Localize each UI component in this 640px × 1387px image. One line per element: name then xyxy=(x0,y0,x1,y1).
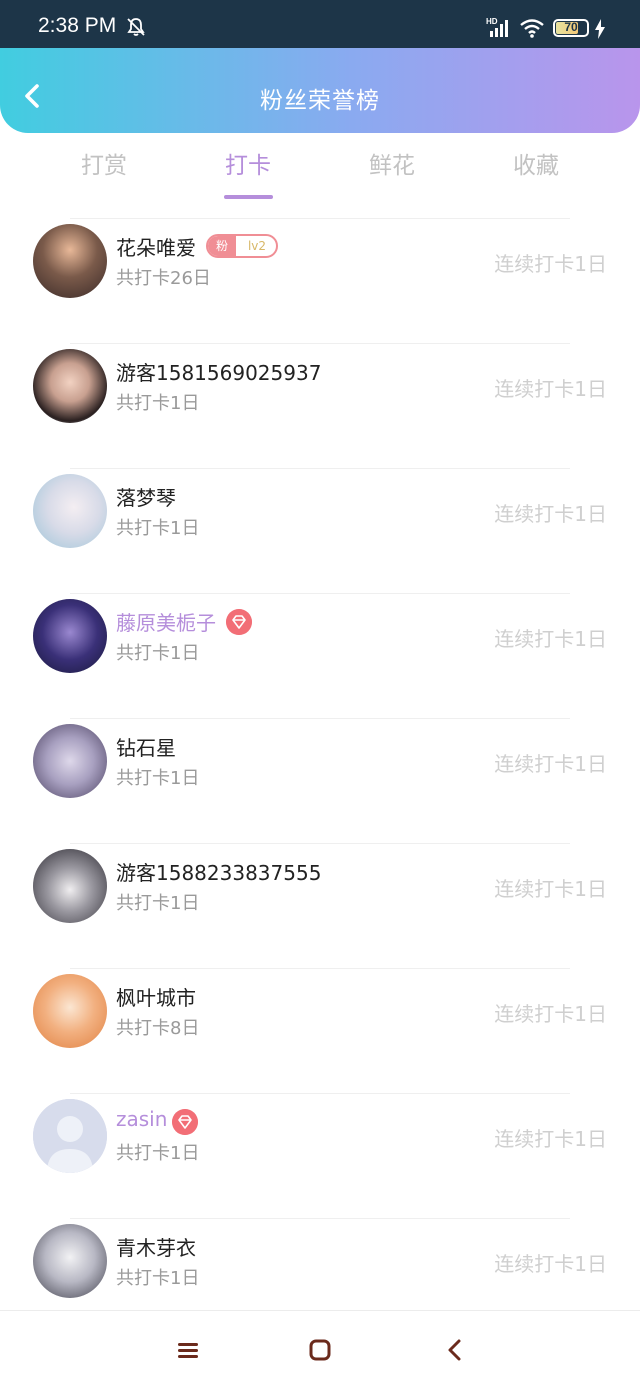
divider xyxy=(70,218,570,219)
avatar[interactable] xyxy=(33,474,107,548)
active-tab-indicator xyxy=(224,195,273,199)
tab-reward[interactable]: 打赏 xyxy=(44,146,164,180)
avatar[interactable] xyxy=(33,1099,107,1173)
divider xyxy=(70,1093,570,1094)
battery-icon: 70 xyxy=(553,19,589,37)
avatar[interactable] xyxy=(33,349,107,423)
user-name: 落梦琴 xyxy=(116,486,176,510)
fan-level-badge: 粉 lv2 xyxy=(206,234,278,258)
list-item[interactable]: 藤原美栀子 共打卡1日 连续打卡1日 xyxy=(0,593,640,718)
svg-text:HD: HD xyxy=(486,17,498,26)
streak-label: 连续打卡1日 xyxy=(494,252,607,276)
total-checkins: 共打卡1日 xyxy=(116,1268,200,1289)
total-checkins: 共打卡1日 xyxy=(116,643,200,664)
user-name: 青木芽衣 xyxy=(116,1236,196,1260)
back-arrow-icon[interactable] xyxy=(442,1337,468,1363)
total-checkins: 共打卡1日 xyxy=(116,1143,200,1164)
list-item[interactable]: 枫叶城市 共打卡8日 连续打卡1日 xyxy=(0,968,640,1093)
total-checkins: 共打卡1日 xyxy=(116,768,200,789)
divider xyxy=(70,843,570,844)
fan-badge-label: 粉 xyxy=(208,236,236,256)
streak-label: 连续打卡1日 xyxy=(494,877,607,901)
streak-label: 连续打卡1日 xyxy=(494,1002,607,1026)
fan-badge-level: lv2 xyxy=(247,239,267,253)
avatar[interactable] xyxy=(33,1224,107,1298)
status-time: 2:38 PM xyxy=(38,14,117,37)
charging-icon xyxy=(595,19,605,39)
streak-label: 连续打卡1日 xyxy=(494,502,607,526)
diamond-icon xyxy=(226,609,252,635)
avatar[interactable] xyxy=(33,974,107,1048)
avatar[interactable] xyxy=(33,599,107,673)
list-item[interactable]: 游客1588233837555 共打卡1日 连续打卡1日 xyxy=(0,843,640,968)
list-item[interactable]: zasin 共打卡1日 连续打卡1日 xyxy=(0,1093,640,1218)
divider xyxy=(70,968,570,969)
total-checkins: 共打卡1日 xyxy=(116,893,200,914)
home-square-icon[interactable] xyxy=(307,1337,333,1363)
avatar[interactable] xyxy=(33,724,107,798)
avatar[interactable] xyxy=(33,224,107,298)
list-item[interactable]: 游客1581569025937 共打卡1日 连续打卡1日 xyxy=(0,343,640,468)
user-name: 枫叶城市 xyxy=(116,986,196,1010)
tab-bar: 打赏 打卡 鲜花 收藏 xyxy=(0,146,640,206)
tab-favorites[interactable]: 收藏 xyxy=(476,146,596,180)
default-avatar-icon xyxy=(33,1099,107,1173)
streak-label: 连续打卡1日 xyxy=(494,377,607,401)
user-name: 藤原美栀子 xyxy=(116,611,216,635)
avatar[interactable] xyxy=(33,849,107,923)
user-name: 游客1588233837555 xyxy=(116,861,322,885)
fan-list: 花朵唯爱 粉 lv2 共打卡26日 连续打卡1日 游客1581569025937… xyxy=(0,218,640,1343)
streak-label: 连续打卡1日 xyxy=(494,1252,607,1276)
tab-checkin[interactable]: 打卡 xyxy=(188,146,308,180)
user-name: 花朵唯爱 xyxy=(116,236,196,260)
battery-level: 70 xyxy=(564,20,578,34)
bell-off-icon xyxy=(127,18,145,36)
divider xyxy=(70,593,570,594)
total-checkins: 共打卡1日 xyxy=(116,393,200,414)
divider xyxy=(70,718,570,719)
user-name: 钻石星 xyxy=(116,736,176,760)
streak-label: 连续打卡1日 xyxy=(494,752,607,776)
diamond-icon xyxy=(172,1109,198,1135)
wifi-icon xyxy=(520,19,544,38)
signal-icon: HD xyxy=(486,17,508,37)
tab-flowers[interactable]: 鲜花 xyxy=(332,146,452,180)
user-name: zasin xyxy=(116,1107,168,1131)
divider xyxy=(70,468,570,469)
page-title: 粉丝荣誉榜 xyxy=(260,88,380,114)
total-checkins: 共打卡8日 xyxy=(116,1018,200,1039)
divider xyxy=(70,343,570,344)
streak-label: 连续打卡1日 xyxy=(494,1127,607,1151)
total-checkins: 共打卡26日 xyxy=(116,268,211,289)
total-checkins: 共打卡1日 xyxy=(116,518,200,539)
user-name: 游客1581569025937 xyxy=(116,361,322,385)
list-item[interactable]: 花朵唯爱 粉 lv2 共打卡26日 连续打卡1日 xyxy=(0,218,640,343)
list-item[interactable]: 落梦琴 共打卡1日 连续打卡1日 xyxy=(0,468,640,593)
menu-icon[interactable] xyxy=(175,1337,201,1363)
status-bar: 2:38 PM HD 70 xyxy=(0,0,640,48)
divider xyxy=(70,1218,570,1219)
system-nav-bar xyxy=(0,1310,640,1387)
streak-label: 连续打卡1日 xyxy=(494,627,607,651)
list-item[interactable]: 钻石星 共打卡1日 连续打卡1日 xyxy=(0,718,640,843)
